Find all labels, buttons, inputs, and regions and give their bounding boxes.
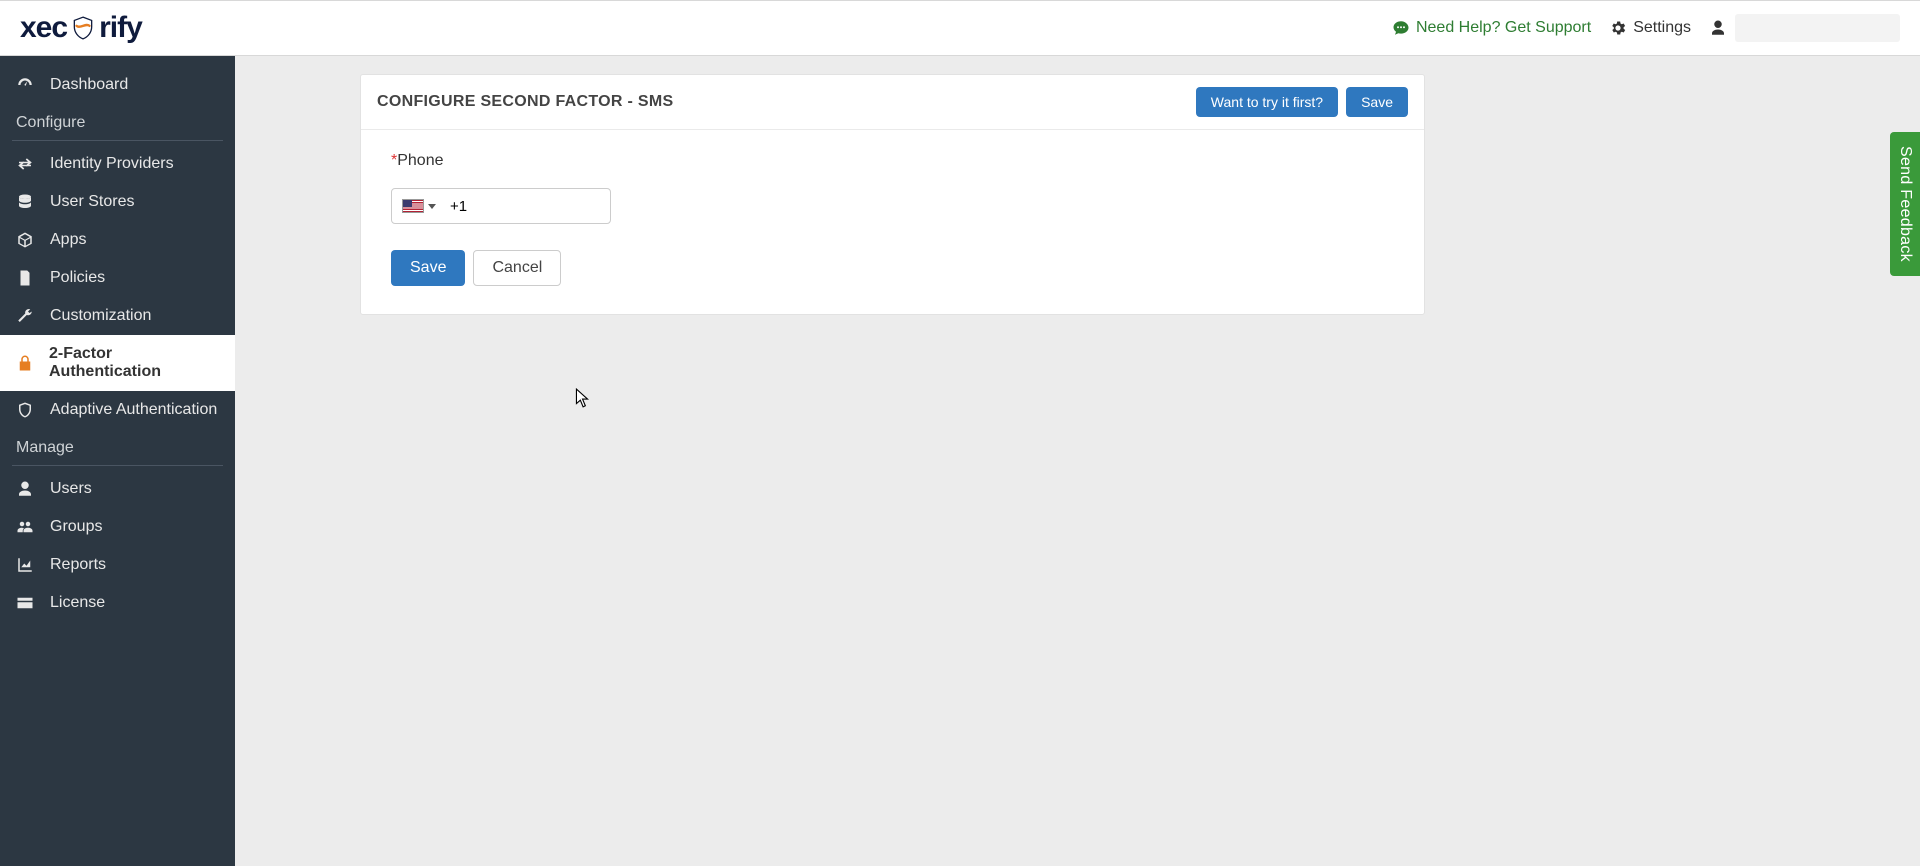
sidebar-item-users[interactable]: Users xyxy=(0,470,235,508)
save-button[interactable]: Save xyxy=(391,250,465,286)
sidebar-item-label: Apps xyxy=(50,231,86,249)
sidebar-item-reports[interactable]: Reports xyxy=(0,546,235,584)
wrench-icon xyxy=(16,307,36,325)
sidebar-item-label: Customization xyxy=(50,307,151,325)
sidebar-item-label: Adaptive Authentication xyxy=(50,401,217,419)
chart-icon xyxy=(16,556,36,574)
chevron-down-icon xyxy=(428,204,436,209)
logo[interactable]: xec rify xyxy=(20,11,142,45)
sidebar-item-label: Identity Providers xyxy=(50,155,174,173)
support-label: Need Help? Get Support xyxy=(1416,19,1591,37)
header: xec rify Need Help? Get Support Settings xyxy=(0,0,1920,56)
sidebar: Dashboard Configure Identity Providers U… xyxy=(0,56,235,866)
sidebar-item-user-stores[interactable]: User Stores xyxy=(0,183,235,221)
phone-input-group xyxy=(391,188,611,224)
document-icon xyxy=(16,269,36,287)
users-icon xyxy=(16,518,36,536)
header-right: Need Help? Get Support Settings xyxy=(1392,14,1900,42)
card-icon xyxy=(16,594,36,612)
sidebar-divider xyxy=(12,140,223,141)
main: CONFIGURE SECOND FACTOR - SMS Want to tr… xyxy=(235,56,1920,866)
logo-text-2: rify xyxy=(99,11,142,45)
shield-icon xyxy=(70,15,96,41)
sidebar-item-label: License xyxy=(50,594,105,612)
chat-icon xyxy=(1392,19,1410,37)
phone-label: *Phone xyxy=(391,152,1394,170)
logo-text-1: xec xyxy=(20,11,67,45)
cancel-button[interactable]: Cancel xyxy=(473,250,561,286)
sidebar-item-dashboard[interactable]: Dashboard xyxy=(0,66,235,104)
panel-title: CONFIGURE SECOND FACTOR - SMS xyxy=(377,93,673,111)
user-icon xyxy=(16,480,36,498)
dashboard-icon xyxy=(16,76,36,94)
sidebar-section-manage: Manage xyxy=(0,429,235,463)
settings-label: Settings xyxy=(1633,19,1691,37)
sidebar-section-configure: Configure xyxy=(0,104,235,138)
sidebar-item-customization[interactable]: Customization xyxy=(0,297,235,335)
sidebar-item-label: Reports xyxy=(50,556,106,574)
phone-row xyxy=(391,188,1394,224)
phone-input[interactable] xyxy=(444,198,655,215)
sidebar-divider xyxy=(12,465,223,466)
send-feedback-tab[interactable]: Send Feedback xyxy=(1890,132,1920,276)
sidebar-item-policies[interactable]: Policies xyxy=(0,259,235,297)
exchange-icon xyxy=(16,155,36,173)
phone-label-text: Phone xyxy=(397,152,443,169)
settings-link[interactable]: Settings xyxy=(1609,19,1691,37)
gear-icon xyxy=(1609,19,1627,37)
panel-actions: Want to try it first? Save xyxy=(1196,87,1408,117)
config-panel: CONFIGURE SECOND FACTOR - SMS Want to tr… xyxy=(360,74,1425,315)
sidebar-item-identity-providers[interactable]: Identity Providers xyxy=(0,145,235,183)
shield-outline-icon xyxy=(16,401,36,419)
sidebar-item-license[interactable]: License xyxy=(0,584,235,622)
panel-header: CONFIGURE SECOND FACTOR - SMS Want to tr… xyxy=(361,75,1424,130)
sidebar-item-label: User Stores xyxy=(50,193,134,211)
sidebar-item-label: 2-Factor Authentication xyxy=(49,345,219,381)
user-name-placeholder xyxy=(1735,14,1900,42)
sidebar-item-label: Groups xyxy=(50,518,102,536)
support-link[interactable]: Need Help? Get Support xyxy=(1392,19,1591,37)
form-actions: Save Cancel xyxy=(391,250,1394,286)
country-select[interactable] xyxy=(392,199,444,213)
flag-us-icon xyxy=(402,199,424,213)
try-first-button[interactable]: Want to try it first? xyxy=(1196,87,1338,117)
save-top-button[interactable]: Save xyxy=(1346,87,1408,117)
panel-body: *Phone Save Cancel xyxy=(361,130,1424,314)
sidebar-item-label: Dashboard xyxy=(50,76,128,94)
sidebar-item-2fa[interactable]: 2-Factor Authentication xyxy=(0,335,235,391)
database-icon xyxy=(16,193,36,211)
user-icon xyxy=(1709,19,1727,37)
sidebar-item-groups[interactable]: Groups xyxy=(0,508,235,546)
sidebar-item-adaptive-auth[interactable]: Adaptive Authentication xyxy=(0,391,235,429)
sidebar-item-label: Policies xyxy=(50,269,105,287)
cube-icon xyxy=(16,231,36,249)
sidebar-item-apps[interactable]: Apps xyxy=(0,221,235,259)
sidebar-item-label: Users xyxy=(50,480,92,498)
user-menu[interactable] xyxy=(1709,14,1900,42)
lock-icon xyxy=(16,354,35,372)
